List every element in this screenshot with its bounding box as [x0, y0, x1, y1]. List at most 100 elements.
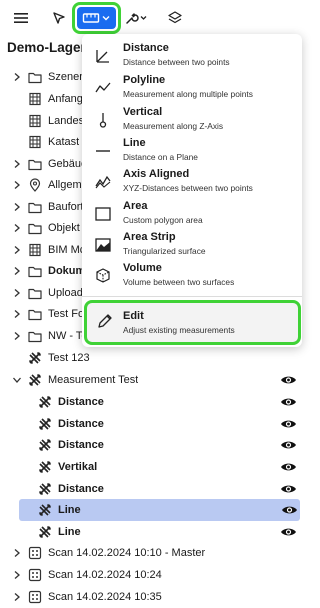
axis-aligned-icon: [95, 175, 111, 189]
menu-item-line[interactable]: Line Distance on a Plane: [82, 134, 302, 166]
scan-grid-icon: [28, 546, 42, 560]
folder-icon: [28, 309, 42, 321]
tree-item[interactable]: Distance: [0, 413, 305, 435]
tree-item[interactable]: Measurement Test: [0, 369, 305, 391]
menu-item-subtitle: Distance on a Plane: [123, 152, 198, 162]
eye-icon[interactable]: [280, 483, 297, 495]
folder-icon: [28, 72, 42, 84]
menu-item-title: Axis Aligned: [123, 168, 190, 180]
chevron-right-icon[interactable]: [12, 570, 22, 580]
hamburger-menu-button[interactable]: [10, 8, 32, 28]
tree-item-label: Distance: [58, 438, 104, 451]
menu-item-title: Volume: [123, 262, 162, 274]
tree-item-label: Katast: [48, 135, 80, 148]
menu-item-edit[interactable]: Edit Adjust existing measurements: [84, 300, 301, 345]
chevron-down-icon[interactable]: [12, 375, 22, 385]
tree-item-label: Distance: [58, 395, 104, 408]
chevron-right-icon[interactable]: [12, 202, 22, 212]
tree-item-label: Baufort: [48, 200, 84, 213]
distance-icon: [96, 50, 109, 63]
tree-item-label: Test 123: [48, 351, 90, 364]
tree-item-label: Gebäuc: [48, 157, 87, 170]
tree-item[interactable]: Distance: [0, 478, 305, 500]
tree-item[interactable]: Distance: [0, 391, 305, 413]
menu-item-area-strip[interactable]: Area Strip Triangularized surface: [82, 228, 302, 260]
line-icon: [96, 150, 110, 152]
measure-tools-icon: [28, 351, 42, 365]
vertical-icon: [99, 113, 107, 128]
tree-item-label: Line: [58, 525, 81, 538]
measure-tools-icon: [38, 503, 52, 517]
measure-tools-icon: [38, 438, 52, 452]
menu-item-subtitle: Measurement along multiple points: [123, 89, 253, 99]
folder-icon: [28, 159, 42, 171]
eye-icon[interactable]: [280, 439, 297, 451]
tree-item[interactable]: Scan 14.02.2024 10:35: [0, 586, 305, 608]
measure-tool-button[interactable]: [77, 7, 116, 29]
scan-grid-icon: [28, 568, 42, 582]
hamburger-icon: [14, 13, 28, 23]
chevron-right-icon[interactable]: [12, 223, 22, 233]
folder-icon: [28, 266, 42, 278]
select-tool-button[interactable]: [48, 8, 70, 28]
menu-item-vertical[interactable]: Vertical Measurement along Z-Axis: [82, 103, 302, 135]
chevron-right-icon[interactable]: [12, 245, 22, 255]
building-icon: [29, 135, 41, 149]
chevron-right-icon[interactable]: [12, 72, 22, 82]
tree-item[interactable]: Scan 14.02.2024 10:24: [0, 564, 305, 586]
tree-item-label: Anfang: [48, 92, 83, 105]
chevron-right-icon[interactable]: [12, 288, 22, 298]
tree-item-label: Dokum: [48, 264, 86, 277]
eye-icon[interactable]: [280, 396, 297, 408]
menu-item-subtitle: Custom polygon area: [123, 215, 203, 225]
tree-item[interactable]: Test 123: [0, 347, 305, 369]
menu-item-subtitle: Volume between two surfaces: [123, 277, 235, 287]
chevron-right-icon[interactable]: [12, 266, 22, 276]
eye-icon[interactable]: [280, 374, 297, 386]
tree-item-label: Szenen: [48, 70, 86, 83]
tree-item-label: Distance: [58, 482, 104, 495]
folder-icon: [28, 202, 42, 214]
menu-item-distance[interactable]: Distance Distance between two points: [82, 39, 302, 71]
menu-item-subtitle: Triangularized surface: [123, 246, 206, 256]
chevron-right-icon[interactable]: [12, 309, 22, 319]
wrench-icon: [126, 13, 147, 24]
measure-tools-icon: [38, 395, 52, 409]
menu-item-title: Vertical: [123, 106, 163, 118]
chevron-right-icon[interactable]: [12, 548, 22, 558]
edit-subtitle: Adjust existing measurements: [123, 325, 235, 335]
measure-tools-icon: [38, 460, 52, 474]
eye-icon[interactable]: [280, 418, 297, 430]
chevron-right-icon[interactable]: [12, 159, 22, 169]
chevron-right-icon[interactable]: [12, 592, 22, 602]
polyline-icon: [95, 82, 111, 93]
cursor-arrow-icon: [53, 12, 65, 24]
edit-title: Edit: [123, 310, 144, 322]
eye-icon[interactable]: [280, 461, 297, 473]
menu-item-subtitle: XYZ-Distances between two points: [123, 183, 253, 193]
eye-icon[interactable]: [280, 526, 297, 538]
menu-item-polyline[interactable]: Polyline Measurement along multiple point…: [82, 71, 302, 103]
area-strip-icon: [95, 238, 111, 252]
menu-item-axis-aligned[interactable]: Axis Aligned XYZ-Distances between two po…: [82, 165, 302, 197]
chevron-right-icon[interactable]: [12, 331, 22, 341]
tree-item-label: Scan 14.02.2024 10:24: [48, 568, 162, 581]
menu-item-title: Distance: [123, 42, 169, 54]
tree-item[interactable]: Distance: [0, 434, 305, 456]
layers-button[interactable]: [164, 8, 186, 28]
tree-item-label: Vertikal: [58, 460, 98, 473]
menu-item-area[interactable]: Area Custom polygon area: [82, 197, 302, 229]
tree-item[interactable]: Line: [19, 499, 300, 521]
tree-item[interactable]: Vertikal: [0, 456, 305, 478]
menu-item-volume[interactable]: Volume Volume between two surfaces: [82, 259, 302, 291]
building-icon: [29, 114, 41, 128]
tree-item[interactable]: Scan 14.02.2024 10:10 - Master: [0, 542, 305, 564]
scan-grid-icon: [28, 590, 42, 604]
eye-icon[interactable]: [281, 504, 298, 516]
pencil-icon: [98, 314, 112, 328]
chevron-right-icon[interactable]: [12, 180, 22, 190]
measure-tools-icon: [38, 482, 52, 496]
tree-item[interactable]: Line: [0, 521, 305, 543]
tree-item-label: Objekt: [48, 221, 80, 234]
tools-dropdown-button[interactable]: [124, 8, 150, 28]
